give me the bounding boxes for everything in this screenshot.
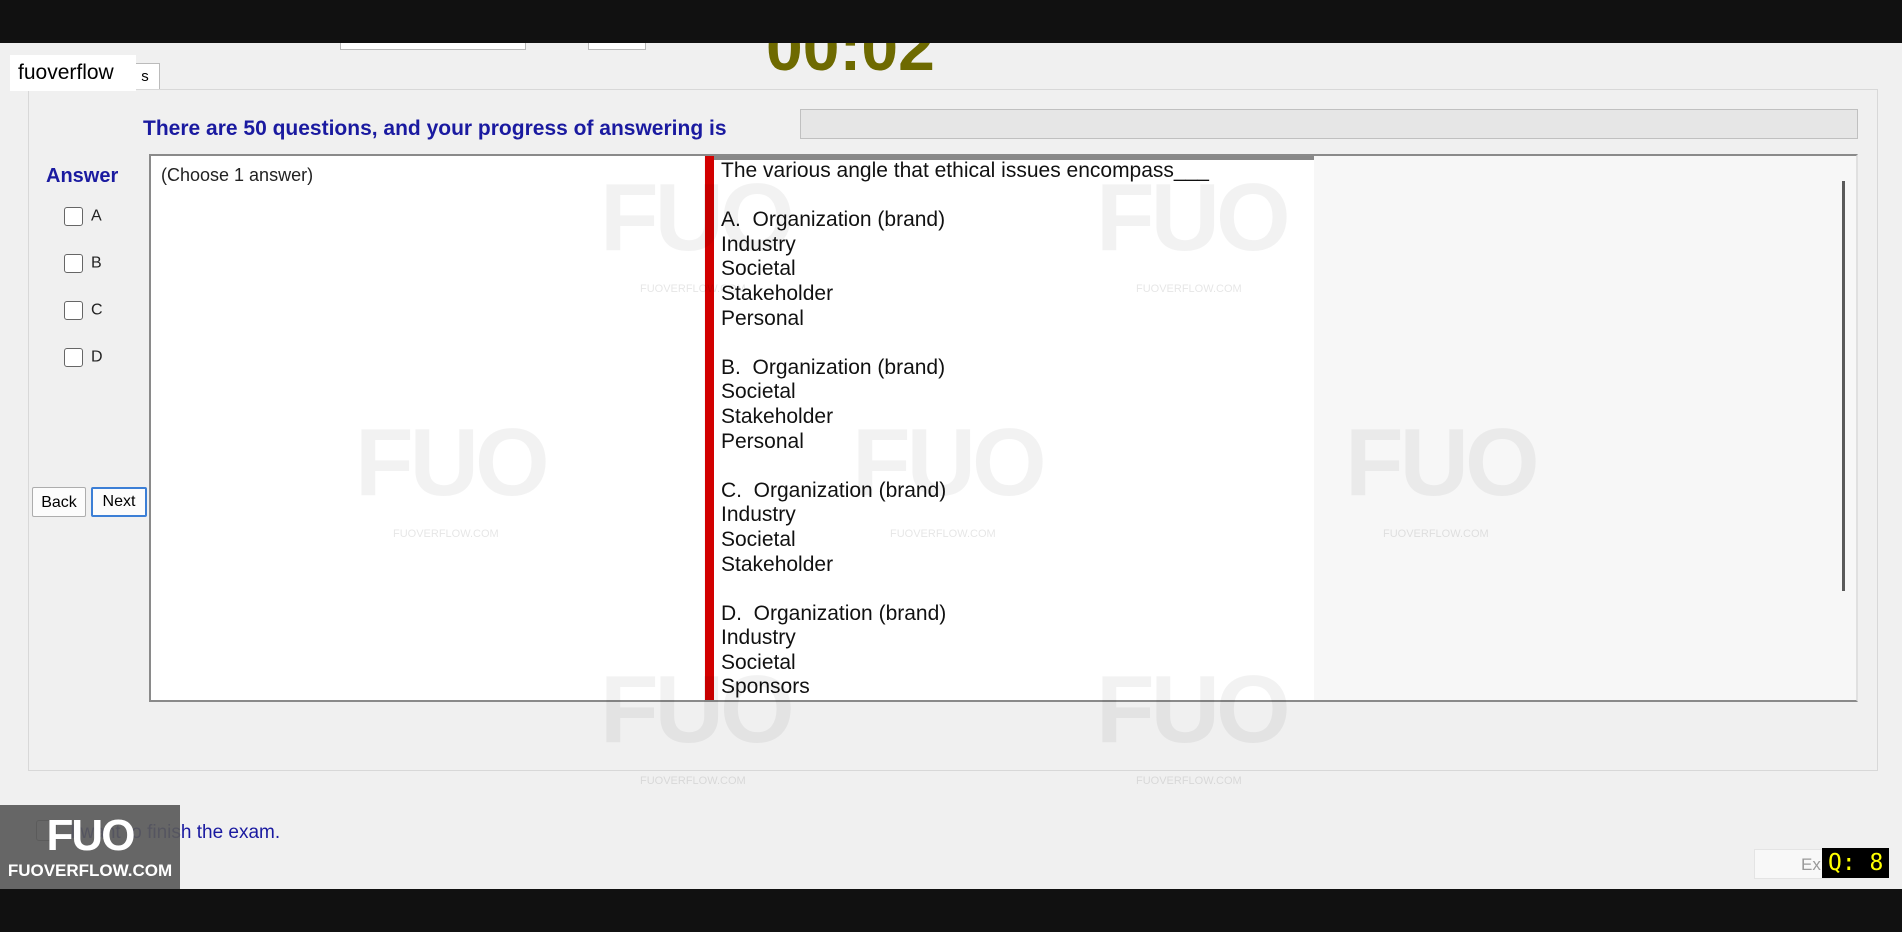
option-label: A <box>91 207 102 225</box>
option-label: C <box>91 301 103 319</box>
option-label: D <box>91 348 103 366</box>
answer-option-a[interactable]: A <box>64 207 102 226</box>
question-counter: Q: 8 <box>1822 848 1890 878</box>
answer-option-c[interactable]: C <box>64 301 103 320</box>
choose-pane <box>151 156 704 700</box>
splitter-bar[interactable] <box>705 156 714 700</box>
checkbox-b[interactable] <box>64 254 83 273</box>
window-title: fuoverflow <box>10 55 136 91</box>
fuoverflow-logo: FUO FUOVERFLOW.COM <box>0 805 180 889</box>
checkbox-c[interactable] <box>64 301 83 320</box>
progress-bar <box>800 109 1858 139</box>
exit-button[interactable]: Ex <box>1754 849 1830 879</box>
next-button[interactable]: Next <box>91 487 147 517</box>
option-label: B <box>91 254 102 272</box>
answer-option-b[interactable]: B <box>64 254 102 273</box>
answer-title: Answer <box>46 165 119 187</box>
back-button[interactable]: Back <box>32 487 86 517</box>
brand-url-text: FUOVERFLOW.COM <box>7 861 173 880</box>
question-text: The various angle that ethical issues en… <box>721 159 1209 699</box>
vertical-scrollbar[interactable] <box>1842 181 1845 591</box>
countdown-timer: 00:02 <box>766 43 935 84</box>
watermark-url: FUOVERFLOW.COM <box>1136 775 1242 787</box>
progress-label: There are 50 questions, and your progres… <box>143 117 727 140</box>
choose-instruction: (Choose 1 answer) <box>161 165 314 185</box>
brand-logo-text: FUO <box>46 811 136 860</box>
checkbox-d[interactable] <box>64 348 83 367</box>
checkbox-a[interactable] <box>64 207 83 226</box>
top-small-field[interactable] <box>588 43 646 50</box>
watermark-url: FUOVERFLOW.COM <box>640 775 746 787</box>
exam-window: 00:02 fuoverflow s There are 50 question… <box>0 43 1902 889</box>
answer-option-d[interactable]: D <box>64 348 103 367</box>
top-dropdown[interactable] <box>340 43 526 50</box>
